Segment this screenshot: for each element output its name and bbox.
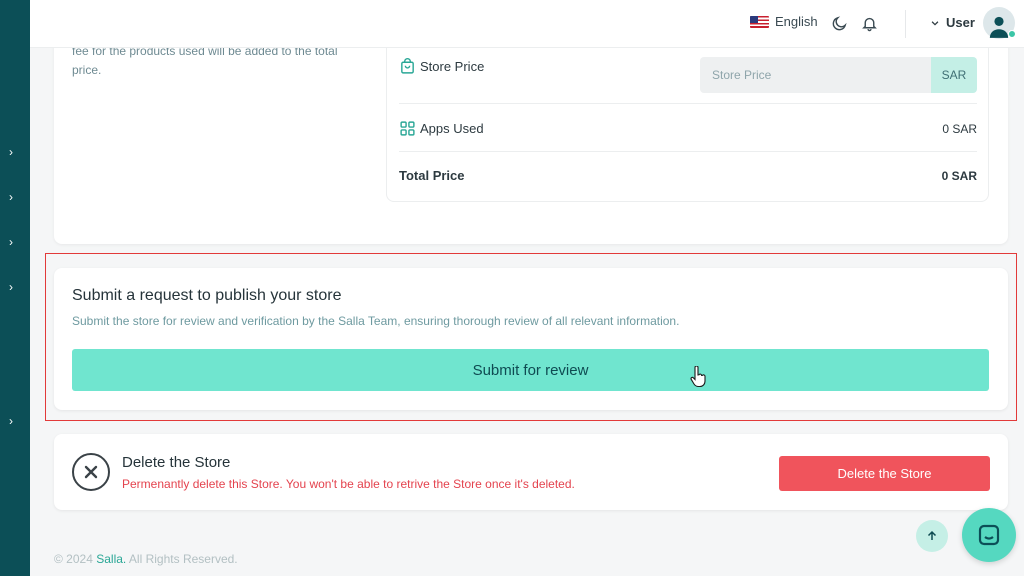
footer: © 2024 Salla. All Rights Reserved. (54, 552, 238, 566)
user-icon (989, 16, 1009, 38)
sidebar-expand-chevron-icon[interactable]: › (5, 236, 17, 248)
total-price-row: Total Price 0 SAR (399, 168, 977, 183)
apps-used-value: 0 SAR (942, 121, 977, 136)
publish-request-card: Submit a request to publish your store S… (54, 268, 1008, 410)
user-menu[interactable]: User (930, 15, 975, 30)
submit-for-review-button[interactable]: Submit for review (72, 349, 989, 391)
divider (399, 103, 977, 104)
sidebar-expand-chevron-icon[interactable]: › (5, 146, 17, 158)
bell-icon (861, 17, 877, 31)
hand-pointer-cursor-icon (690, 366, 706, 388)
top-header: English User (30, 0, 1024, 48)
publish-description: Submit the store for review and verifica… (72, 314, 680, 328)
delete-title: Delete the Store (122, 454, 231, 471)
close-circle-icon (72, 453, 110, 491)
apps-used-label: Apps Used (420, 121, 484, 136)
online-status-dot (1008, 30, 1016, 38)
notifications-button[interactable] (859, 13, 879, 33)
store-price-label: Store Price (420, 59, 485, 74)
total-price-label: Total Price (399, 168, 465, 183)
language-switcher[interactable]: English (750, 14, 818, 29)
moon-icon (832, 15, 847, 30)
sidebar: › › › › › (0, 0, 30, 576)
arrow-up-icon (927, 530, 937, 540)
shopping-bag-icon (401, 58, 414, 74)
user-label: User (946, 15, 975, 30)
currency-suffix: SAR (931, 57, 977, 93)
publish-title: Submit a request to publish your store (72, 287, 342, 304)
footer-brand-link[interactable]: Salla. (96, 552, 126, 566)
copyright-year: © 2024 (54, 552, 93, 566)
theme-toggle[interactable] (829, 13, 849, 33)
language-label: English (775, 14, 818, 29)
price-table: Store Price SAR Apps Used 0 SAR Total Pr… (386, 42, 989, 202)
chat-icon (978, 524, 1000, 546)
total-price-value: 0 SAR (941, 168, 977, 183)
sidebar-expand-chevron-icon[interactable]: › (5, 191, 17, 203)
header-divider (905, 10, 906, 38)
chat-button[interactable] (962, 508, 1016, 562)
sidebar-expand-chevron-icon[interactable]: › (5, 281, 17, 293)
store-price-field: SAR (700, 57, 977, 93)
store-price-input[interactable] (700, 57, 931, 93)
delete-store-button[interactable]: Delete the Store (779, 456, 990, 491)
avatar[interactable] (983, 7, 1016, 39)
divider (399, 151, 977, 152)
chevron-down-icon (931, 20, 939, 26)
apps-grid-icon (400, 121, 415, 136)
delete-store-card: Delete the Store Permenantly delete this… (54, 434, 1008, 510)
us-flag-icon (750, 15, 769, 28)
scroll-to-top-button[interactable] (916, 520, 948, 552)
sidebar-expand-chevron-icon[interactable]: › (5, 415, 17, 427)
delete-description: Permenantly delete this Store. You won't… (122, 477, 575, 491)
apps-used-row: Apps Used 0 SAR (399, 120, 977, 137)
copyright-text: All Rights Reserved. (128, 552, 238, 566)
price-summary-card: fee for the products used will be added … (54, 30, 1008, 244)
